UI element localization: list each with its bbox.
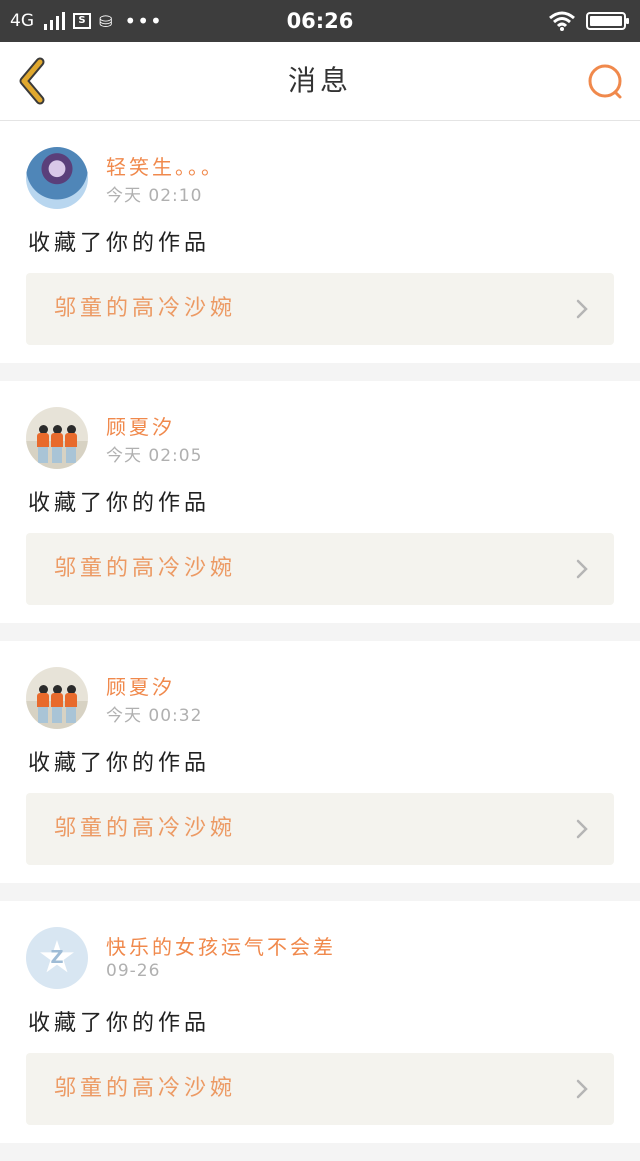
work-title: 邬童的高冷沙婉 (54, 296, 237, 321)
status-time: 06:26 (286, 9, 354, 33)
avatar[interactable]: ★ Z (26, 927, 88, 989)
logo-letter-icon: Z (50, 947, 64, 968)
timestamp: 今天 02:10 (106, 186, 203, 206)
chevron-right-icon (576, 299, 588, 319)
work-link[interactable]: 邬童的高冷沙婉 (26, 1053, 614, 1125)
work-link[interactable]: 邬童的高冷沙婉 (26, 793, 614, 865)
chevron-right-icon (576, 559, 588, 579)
chevron-right-icon (576, 819, 588, 839)
message-card: 顾夏汐 今天 00:32 收藏了你的作品 邬童的高冷沙婉 (0, 641, 640, 883)
action-text: 收藏了你的作品 (28, 751, 211, 776)
action-text: 收藏了你的作品 (28, 231, 211, 256)
timestamp: 今天 02:05 (106, 446, 203, 466)
action-text: 收藏了你的作品 (28, 491, 211, 516)
work-title: 邬童的高冷沙婉 (54, 556, 237, 581)
message-card: 轻笑生。。。 今天 02:10 收藏了你的作品 邬童的高冷沙婉 (0, 121, 640, 363)
username[interactable]: 顾夏汐 (106, 671, 175, 700)
search-button[interactable] (586, 62, 626, 102)
avatar[interactable] (26, 407, 88, 469)
timestamp: 09-26 (106, 961, 161, 981)
nav-bar: 消息 (0, 42, 640, 121)
work-link[interactable]: 邬童的高冷沙婉 (26, 533, 614, 605)
message-list: 轻笑生。。。 今天 02:10 收藏了你的作品 邬童的高冷沙婉 顾夏汐 今天 0… (0, 121, 640, 1161)
username[interactable]: 轻笑生。。。 (106, 151, 224, 180)
work-title: 邬童的高冷沙婉 (54, 1076, 237, 1101)
username[interactable]: 顾夏汐 (106, 411, 175, 440)
page-title: 消息 (287, 64, 352, 97)
message-card: 顾夏汐 今天 02:05 收藏了你的作品 邬童的高冷沙婉 (0, 381, 640, 623)
avatar[interactable] (26, 667, 88, 729)
action-text: 收藏了你的作品 (28, 1011, 211, 1036)
chevron-right-icon (576, 1079, 588, 1099)
battery-icon (586, 12, 629, 30)
work-link[interactable]: 邬童的高冷沙婉 (26, 273, 614, 345)
work-title: 邬童的高冷沙婉 (54, 816, 237, 841)
search-icon (588, 64, 622, 99)
message-card: ★ Z 快乐的女孩运气不会差 09-26 收藏了你的作品 邬童的高冷沙婉 (0, 901, 640, 1143)
timestamp: 今天 00:32 (106, 706, 203, 726)
status-right (548, 0, 629, 42)
wifi-icon (549, 11, 575, 31)
status-bar: 4G S ⛁ ••• 06:26 (0, 0, 640, 42)
username[interactable]: 快乐的女孩运气不会差 (106, 931, 336, 960)
avatar[interactable] (26, 147, 88, 209)
